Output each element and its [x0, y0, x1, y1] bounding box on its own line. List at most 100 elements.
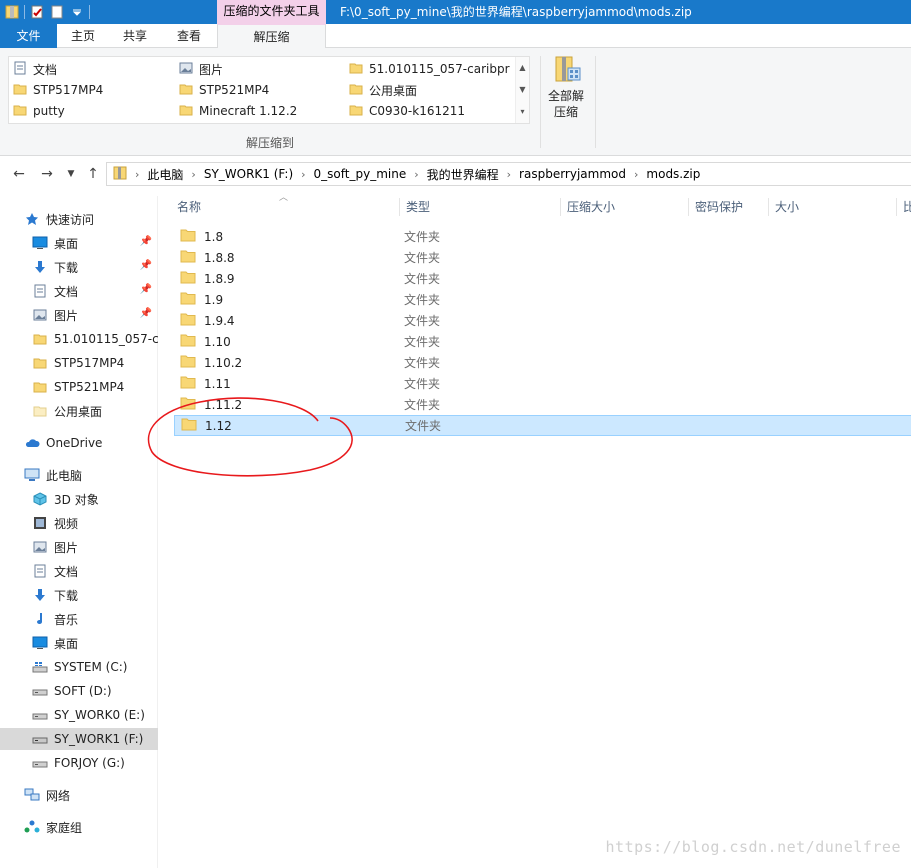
- extract-target-folder[interactable]: 公用桌面: [349, 80, 417, 100]
- file-row[interactable]: 1.8 文件夹: [174, 226, 911, 247]
- pin-icon[interactable]: 📌: [140, 308, 152, 319]
- forward-arrow-icon[interactable]: →: [38, 165, 56, 183]
- nav-network[interactable]: 网络: [0, 784, 158, 806]
- breadcrumb-folder[interactable]: 我的世界编程: [427, 166, 499, 183]
- chevron-right-icon[interactable]: ›: [634, 168, 638, 181]
- extract-target-folder[interactable]: C0930-k161211: [349, 101, 465, 121]
- nav-item-drive-d[interactable]: SOFT (D:): [0, 680, 158, 702]
- file-row-selected[interactable]: 1.12 文件夹: [174, 415, 911, 436]
- chevron-down-icon[interactable]: ▼: [516, 79, 529, 101]
- extract-target-folder[interactable]: Minecraft 1.12.2: [179, 101, 297, 121]
- nav-item-drive-e[interactable]: SY_WORK0 (E:): [0, 704, 158, 726]
- breadcrumb-folder[interactable]: 0_soft_py_mine: [314, 167, 407, 181]
- pin-icon[interactable]: 📌: [140, 260, 152, 271]
- window-title: F:\0_soft_py_mine\我的世界编程\raspberryjammod…: [340, 5, 692, 19]
- nav-homegroup[interactable]: 家庭组: [0, 816, 158, 838]
- gallery-scroll[interactable]: ▲ ▼ ▾: [515, 57, 529, 123]
- file-row[interactable]: 1.8.8 文件夹: [174, 247, 911, 268]
- document-icon: [13, 61, 27, 78]
- extract-target-pictures[interactable]: 图片: [179, 59, 223, 79]
- nav-this-pc[interactable]: 此电脑: [0, 464, 158, 486]
- nav-onedrive[interactable]: OneDrive: [0, 432, 158, 454]
- file-row[interactable]: 1.9 文件夹: [174, 289, 911, 310]
- extract-all-button[interactable]: 全部解 压缩: [544, 54, 588, 120]
- tab-share[interactable]: 共享: [109, 24, 161, 48]
- nav-item-downloads[interactable]: 下载: [0, 584, 158, 606]
- nav-item-drive-c[interactable]: SYSTEM (C:): [0, 656, 158, 678]
- folder-icon: [180, 270, 196, 287]
- drive-icon: [32, 683, 48, 699]
- nav-item-drive-f[interactable]: SY_WORK1 (F:): [0, 728, 158, 750]
- nav-item-folder[interactable]: STP521MP4: [0, 376, 158, 398]
- cloud-icon: [24, 435, 40, 451]
- chevron-right-icon[interactable]: ›: [301, 168, 305, 181]
- new-folder-icon[interactable]: [49, 4, 65, 20]
- chevron-up-icon[interactable]: ▲: [516, 57, 529, 79]
- zip-folder-icon: [113, 165, 127, 184]
- picture-icon: [32, 307, 48, 323]
- tab-view[interactable]: 查看: [161, 24, 217, 48]
- tab-extract[interactable]: 解压缩: [217, 24, 326, 49]
- file-row[interactable]: 1.10 文件夹: [174, 331, 911, 352]
- chevron-right-icon[interactable]: ›: [507, 168, 511, 181]
- folder-icon: [180, 228, 196, 245]
- nav-item-folder[interactable]: 51.010115_057-ca: [0, 328, 158, 350]
- file-row[interactable]: 1.11.2 文件夹: [174, 394, 911, 415]
- column-type[interactable]: 类型: [399, 198, 560, 216]
- nav-item-pictures[interactable]: 图片: [0, 536, 158, 558]
- expand-gallery-icon[interactable]: ▾: [516, 101, 529, 123]
- extract-target-folder[interactable]: STP521MP4: [179, 80, 269, 100]
- chevron-right-icon[interactable]: ›: [191, 168, 195, 181]
- recent-locations-chevron-icon[interactable]: ▼: [62, 165, 80, 183]
- up-arrow-icon[interactable]: ↑: [84, 165, 102, 183]
- nav-item-downloads[interactable]: 下载 📌: [0, 256, 158, 278]
- column-password-protected[interactable]: 密码保护: [688, 198, 768, 216]
- extract-target-documents[interactable]: 文档: [13, 59, 57, 79]
- chevron-right-icon: ›: [135, 167, 140, 181]
- breadcrumb-this-pc[interactable]: 此电脑: [147, 166, 183, 183]
- chevron-right-icon[interactable]: ›: [414, 168, 418, 181]
- file-row[interactable]: 1.8.9 文件夹: [174, 268, 911, 289]
- address-bar[interactable]: › 此电脑 › SY_WORK1 (F:) › 0_soft_py_mine ›…: [106, 162, 911, 186]
- customize-toolbar-icon[interactable]: [69, 4, 85, 20]
- nav-item-videos[interactable]: 视频: [0, 512, 158, 534]
- star-icon: [24, 211, 40, 227]
- column-ratio[interactable]: 比: [896, 198, 911, 216]
- pin-icon[interactable]: 📌: [140, 236, 152, 247]
- nav-item-folder[interactable]: STP517MP4: [0, 352, 158, 374]
- tab-file[interactable]: 文件: [0, 24, 57, 48]
- nav-item-3d-objects[interactable]: 3D 对象: [0, 488, 158, 510]
- extract-target-folder[interactable]: 51.010115_057-caribpr: [349, 59, 510, 79]
- file-row[interactable]: 1.11 文件夹: [174, 373, 911, 394]
- back-arrow-icon[interactable]: ←: [10, 165, 28, 183]
- nav-item-documents[interactable]: 文档: [0, 560, 158, 582]
- folder-icon: [13, 82, 27, 99]
- context-tool-title: 压缩的文件夹工具: [217, 0, 326, 24]
- properties-icon[interactable]: [29, 4, 45, 20]
- column-compressed-size[interactable]: 压缩大小: [560, 198, 688, 216]
- nav-item-folder[interactable]: 公用桌面: [0, 400, 158, 422]
- file-row[interactable]: 1.10.2 文件夹: [174, 352, 911, 373]
- pin-icon[interactable]: 📌: [140, 284, 152, 295]
- nav-item-documents[interactable]: 文档 📌: [0, 280, 158, 302]
- file-row[interactable]: 1.9.4 文件夹: [174, 310, 911, 331]
- tab-home[interactable]: 主页: [57, 24, 109, 48]
- nav-item-desktop[interactable]: 桌面 📌: [0, 232, 158, 254]
- column-size[interactable]: 大小: [768, 198, 896, 216]
- nav-item-desktop[interactable]: 桌面: [0, 632, 158, 654]
- breadcrumb-folder[interactable]: raspberryjammod: [519, 167, 626, 181]
- extract-target-folder[interactable]: STP517MP4: [13, 80, 103, 100]
- folder-icon: [13, 103, 27, 120]
- extract-target-folder[interactable]: putty: [13, 101, 65, 121]
- nav-quick-access[interactable]: 快速访问: [0, 208, 158, 230]
- picture-icon: [32, 539, 48, 555]
- column-name[interactable]: 名称: [171, 198, 399, 216]
- download-icon: [32, 259, 48, 275]
- folder-icon: [181, 417, 197, 434]
- quick-access-toolbar: [4, 2, 90, 22]
- nav-item-drive-g[interactable]: FORJOY (G:): [0, 752, 158, 774]
- nav-item-music[interactable]: 音乐: [0, 608, 158, 630]
- nav-item-pictures[interactable]: 图片 📌: [0, 304, 158, 326]
- breadcrumb-drive[interactable]: SY_WORK1 (F:): [204, 167, 293, 181]
- breadcrumb-current[interactable]: mods.zip: [646, 167, 700, 181]
